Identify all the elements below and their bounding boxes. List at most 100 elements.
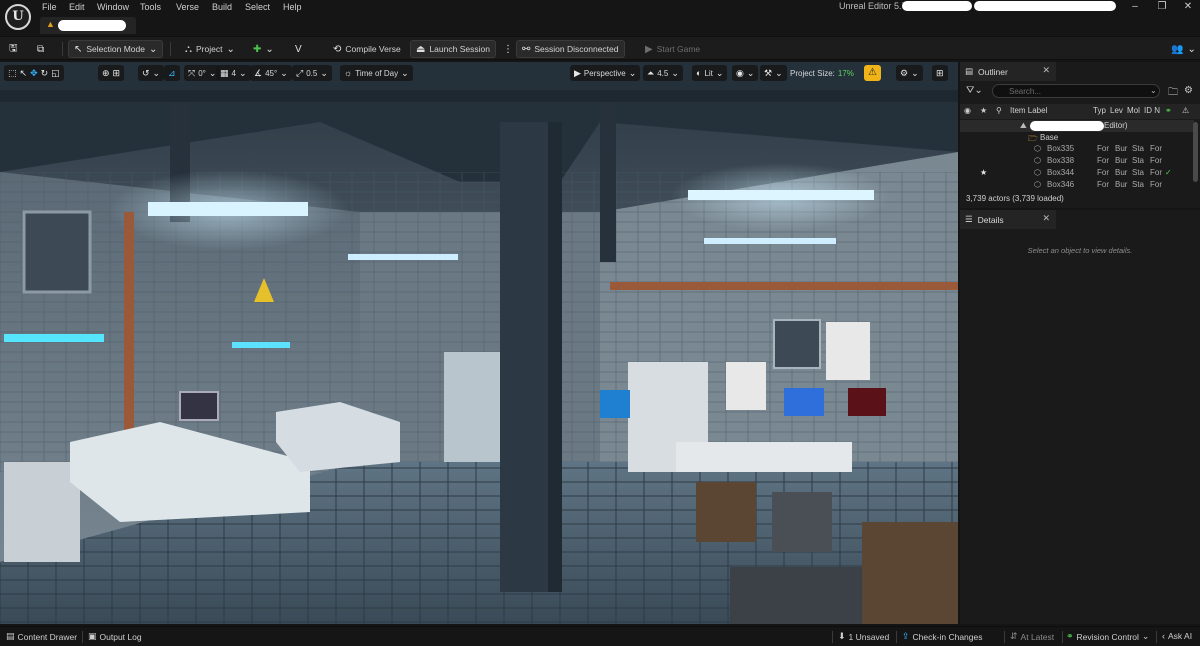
- menu-tools[interactable]: Tools: [140, 2, 161, 12]
- row-star[interactable]: ★: [980, 168, 987, 177]
- outliner-search-input[interactable]: [992, 84, 1160, 98]
- world-space-toggle[interactable]: ⊕ ⊞: [98, 65, 125, 81]
- maximize-button[interactable]: ❐: [1154, 1, 1170, 12]
- start-game-label: Start Game: [656, 44, 701, 54]
- add-folder-icon[interactable]: 🗀: [1168, 85, 1178, 102]
- column-type[interactable]: Typ: [1093, 106, 1106, 115]
- column-mobility[interactable]: Mol: [1127, 106, 1140, 115]
- outliner-row[interactable]: ⬡ Box346 For Bur Sta For: [960, 179, 1194, 191]
- save-button[interactable]: 🖫: [4, 40, 23, 58]
- menu-window[interactable]: Window: [97, 2, 129, 12]
- viewport-warning-icon[interactable]: ⚠: [864, 65, 881, 81]
- outliner-row[interactable]: ⬡ Box338 For Bur Sta For: [960, 155, 1194, 167]
- column-id[interactable]: ID N: [1144, 106, 1160, 115]
- close-icon[interactable]: ✕: [1042, 65, 1050, 76]
- at-latest-status[interactable]: ⇵ At Latest: [1010, 631, 1054, 642]
- selection-mode-label: Selection Mode: [86, 44, 145, 54]
- scale-snap[interactable]: ⤢ 0.5 ⌄: [292, 65, 332, 81]
- level-viewport[interactable]: [0, 62, 958, 624]
- surface-snapping[interactable]: ↺ ⌄: [138, 65, 165, 81]
- start-game-button[interactable]: ▶ Start Game: [640, 40, 705, 58]
- session-disconnected-icon: ⚯: [522, 43, 531, 55]
- angle-snap[interactable]: ∡ 45° ⌄: [250, 65, 292, 81]
- perspective-dropdown[interactable]: ▶ Perspective ⌄: [570, 65, 641, 81]
- content-browser-button[interactable]: ⧉: [32, 40, 49, 58]
- checkin-changes-button[interactable]: ⇪ Check-in Changes: [902, 631, 982, 642]
- close-icon[interactable]: ✕: [1042, 213, 1050, 224]
- output-log-button[interactable]: ▣ Output Log: [88, 631, 142, 642]
- visibility-column-icon[interactable]: ◉: [964, 106, 971, 115]
- rotation-snap[interactable]: ⤧ 0° ⌄: [184, 65, 221, 81]
- gear-icon: ⚙: [900, 67, 909, 78]
- row-level: Bur: [1115, 156, 1128, 165]
- snap-toggle[interactable]: ⊿: [164, 65, 180, 81]
- pin-column-icon[interactable]: ⚲: [996, 106, 1002, 115]
- row-label: Box344: [1047, 168, 1075, 177]
- outliner-row[interactable]: ★ ⬡ Box344 For Bur Sta For ✓: [960, 167, 1194, 179]
- revision-column-icon: ⚭: [1165, 106, 1172, 115]
- menu-edit[interactable]: Edit: [69, 2, 85, 12]
- row-mobility: Sta: [1132, 168, 1145, 177]
- grid-snap[interactable]: ▦ 4 ⌄: [216, 65, 251, 81]
- unreal-logo-icon[interactable]: U: [5, 4, 31, 30]
- chevron-down-icon: ⌄: [715, 67, 724, 78]
- row-mobility: Sta: [1132, 180, 1145, 189]
- performance-dropdown[interactable]: ⚒ ⌄: [760, 65, 787, 81]
- output-log-label: Output Log: [99, 631, 142, 642]
- outliner-scrollbar[interactable]: [1193, 122, 1198, 182]
- chevron-left-icon: ‹: [1162, 631, 1165, 641]
- time-of-day-button[interactable]: ☼ Time of Day ⌄: [340, 65, 413, 81]
- mesh-icon: ⬡: [1034, 180, 1041, 189]
- transform-tools[interactable]: ⬚ ↖ ✥ ↻ ◱: [4, 65, 64, 81]
- filter-icon[interactable]: ⛛⌄: [966, 85, 983, 96]
- outliner-tab-icon: ▤: [965, 66, 974, 76]
- viewport-settings-button[interactable]: ⚙ ⌄: [896, 65, 923, 81]
- chevron-down-icon: ⌄: [148, 43, 158, 55]
- view-mode-dropdown[interactable]: ◐ Lit ⌄: [692, 65, 728, 81]
- outliner-search-row: ⛛⌄ 🔍 ⌄ 🗀 ⚙: [960, 83, 1200, 100]
- menu-file[interactable]: File: [42, 2, 57, 12]
- revision-control-button[interactable]: ⚭ Revision Control ⌄: [1066, 631, 1149, 642]
- verse-icon: V: [295, 43, 302, 55]
- menu-help[interactable]: Help: [283, 2, 302, 12]
- viewport-layout-button[interactable]: ⊞: [932, 65, 948, 81]
- close-window-button[interactable]: ✕: [1180, 1, 1196, 12]
- content-drawer-button[interactable]: ▤ Content Drawer: [6, 631, 77, 642]
- chevron-down-icon[interactable]: ⌄: [1150, 86, 1157, 95]
- session-status-label: Session Disconnected: [534, 44, 619, 54]
- gear-icon[interactable]: ⚙: [1184, 85, 1193, 96]
- eye-icon: ◉: [736, 67, 744, 78]
- outliner-tab[interactable]: ▤ Outliner ✕: [960, 62, 1056, 81]
- row-label: Box335: [1047, 144, 1075, 153]
- selection-mode-dropdown[interactable]: ↖ Selection Mode ⌄: [68, 40, 164, 58]
- details-tab[interactable]: ☰ Details ✕: [960, 210, 1056, 229]
- menu-verse[interactable]: Verse: [176, 2, 199, 12]
- star-column-icon[interactable]: ★: [980, 106, 987, 115]
- minimize-button[interactable]: –: [1127, 1, 1143, 12]
- separator: [62, 42, 63, 56]
- launch-session-button[interactable]: ⏏ Launch Session: [410, 40, 496, 58]
- project-tab[interactable]: ▲: [40, 17, 136, 34]
- row-type: For: [1097, 144, 1109, 153]
- session-status[interactable]: ⚯ Session Disconnected: [516, 40, 625, 58]
- verse-menu-button[interactable]: V: [290, 40, 307, 58]
- menu-select[interactable]: Select: [245, 2, 270, 12]
- session-options-button[interactable]: ⋮: [498, 40, 518, 58]
- menu-build[interactable]: Build: [212, 2, 232, 12]
- actor-count: 3,739 actors (3,739 loaded): [966, 194, 1064, 203]
- camera-speed-dropdown[interactable]: ⏶ 4.5 ⌄: [643, 65, 683, 81]
- outliner-level-row[interactable]: ⛰ Editor): [960, 120, 1194, 132]
- project-size-indicator: Project Size: 17%: [786, 65, 858, 81]
- perspective-label: Perspective: [583, 68, 626, 78]
- column-level[interactable]: Lev: [1110, 106, 1123, 115]
- column-item-label[interactable]: Item Label: [1010, 106, 1047, 115]
- add-actor-button[interactable]: ✚ ⌄: [248, 40, 279, 58]
- outliner-row[interactable]: ⬡ Box335 For Bur Sta For: [960, 143, 1194, 155]
- ask-ai-button[interactable]: ‹ Ask AI: [1162, 631, 1192, 641]
- collaborators-button[interactable]: 👥 ⌄: [1166, 40, 1200, 58]
- level-icon: ⛰: [1020, 121, 1027, 130]
- project-menu-button[interactable]: ⛬ Project ⌄: [180, 40, 240, 58]
- show-flags-dropdown[interactable]: ◉ ⌄: [732, 65, 759, 81]
- unsaved-button[interactable]: ⬇ 1 Unsaved: [838, 631, 889, 642]
- compile-verse-button[interactable]: ⟲ Compile Verse: [328, 40, 406, 58]
